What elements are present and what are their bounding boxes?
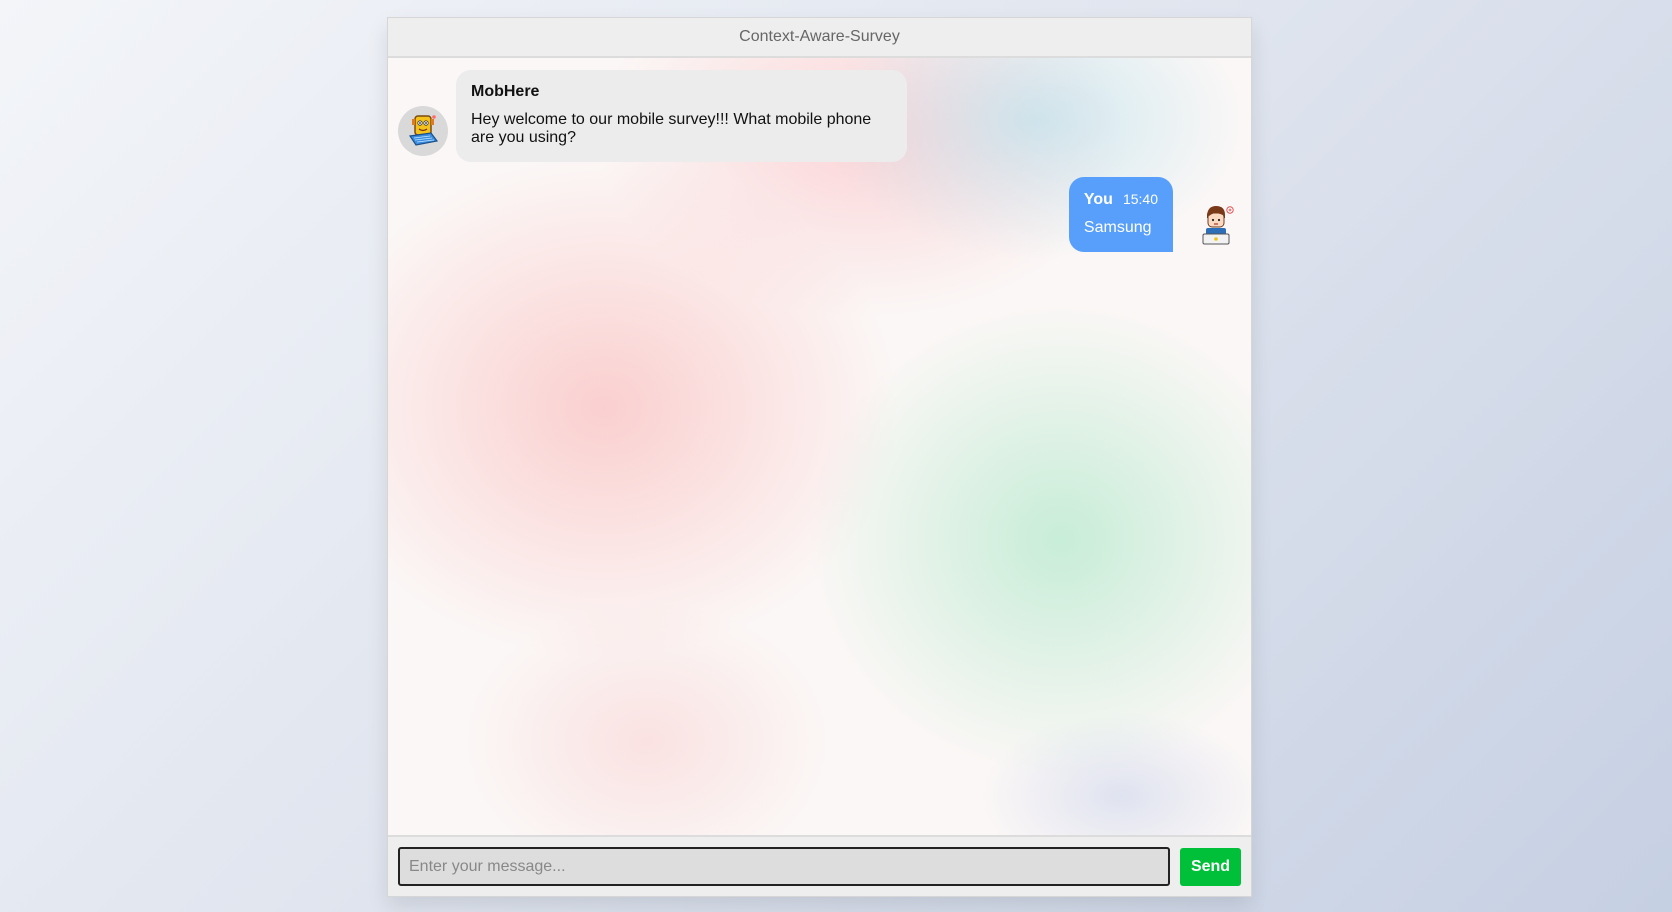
bot-message-bubble: MobHere Hey welcome to our mobile survey… (456, 70, 907, 162)
bot-message: MobHere Hey welcome to our mobile survey… (398, 70, 907, 162)
message-sender-name: MobHere (471, 83, 540, 100)
message-text: Hey welcome to our mobile survey!!! What… (471, 111, 872, 146)
bot-avatar (398, 106, 448, 156)
robot-laptop-icon (408, 115, 439, 146)
chat-header: Context-Aware-Survey (388, 18, 1251, 58)
user-laptop-icon (1202, 205, 1234, 244)
chat-title: Context-Aware-Survey (739, 28, 900, 45)
send-button[interactable]: Send (1180, 847, 1241, 886)
chat-window: Context-Aware-Survey MobHere Hey welcome… (387, 17, 1252, 897)
message-input[interactable] (398, 847, 1170, 886)
message-info: You 15:40 (1084, 191, 1158, 209)
message-sender-name: You (1083, 191, 1113, 208)
message-info: MobHere (471, 83, 892, 101)
message-text: Samsung (1083, 219, 1152, 236)
message-time: 15:40 (1122, 191, 1158, 207)
user-message: You 15:40 Samsung (1068, 177, 1241, 252)
user-message-bubble: You 15:40 Samsung (1068, 177, 1173, 252)
user-avatar (1191, 200, 1241, 250)
chat-messages-area[interactable]: MobHere Hey welcome to our mobile survey… (388, 58, 1251, 835)
message-input-area: Send (388, 835, 1251, 896)
